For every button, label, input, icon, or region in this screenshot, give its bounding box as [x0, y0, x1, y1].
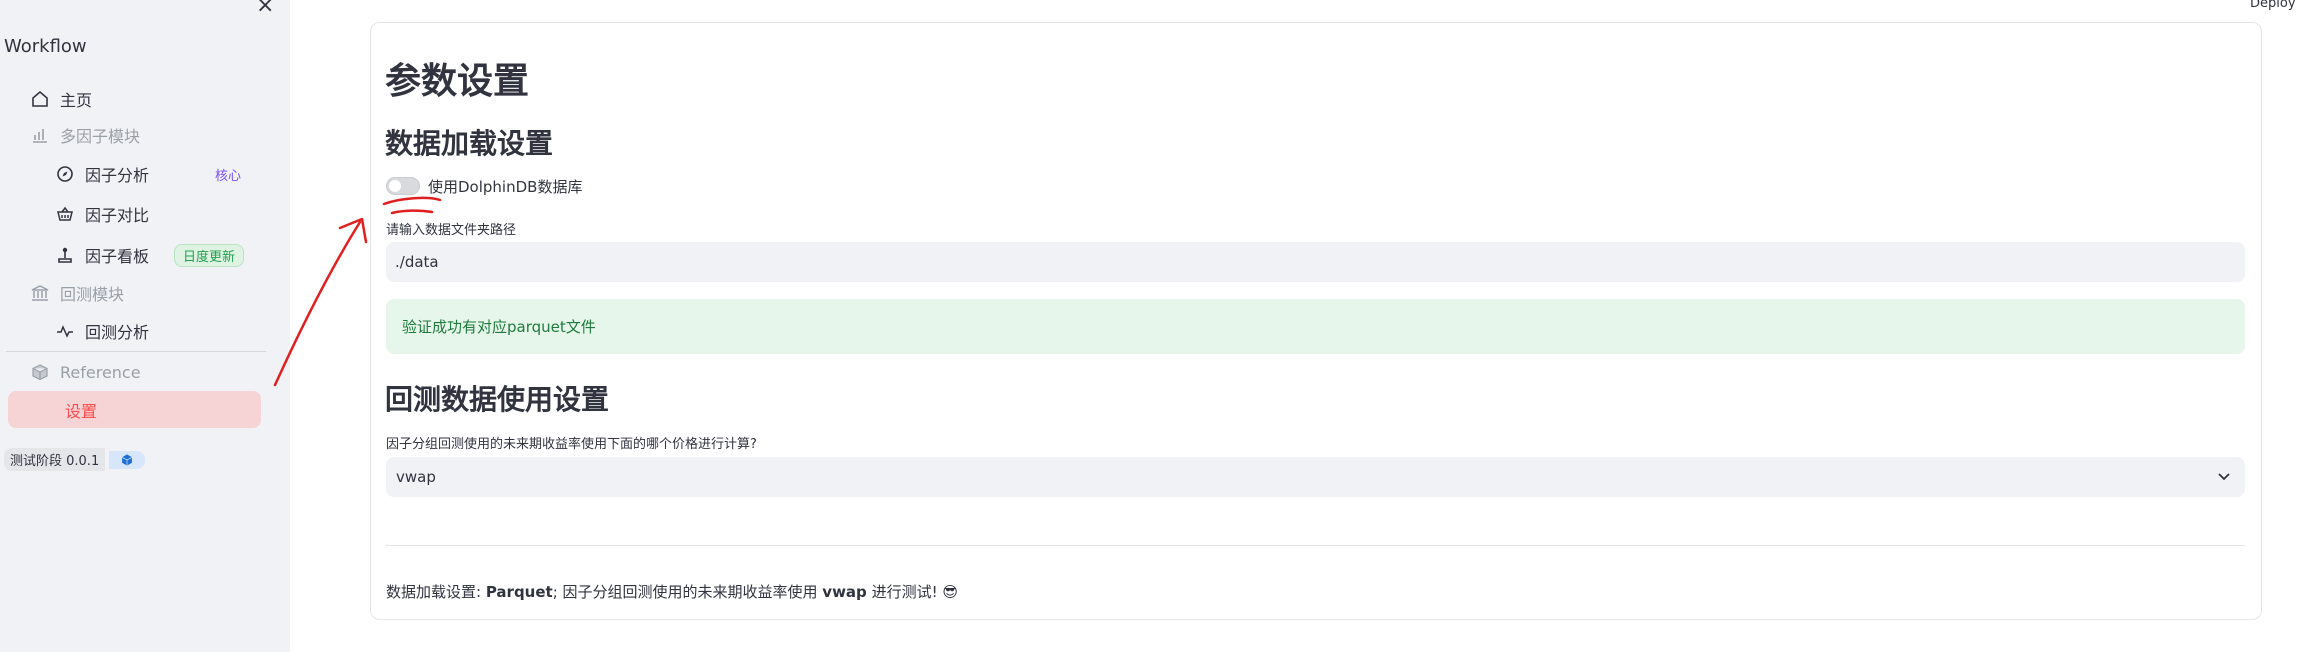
chevron-down-icon [2218, 473, 2230, 481]
summary-source: Parquet [485, 583, 553, 601]
price-select-label: 因子分组回测使用的未来期收益率使用下面的哪个价格进行计算? [386, 437, 757, 452]
basket-icon [57, 206, 73, 221]
sidebar-item-label: 设置 [65, 401, 98, 421]
sidebar-section-label: 回测模块 [60, 285, 125, 304]
sidebar-section-reference[interactable]: Reference [30, 357, 141, 387]
joystick-icon [58, 247, 72, 263]
sidebar-item-backtest-analysis[interactable]: 回测分析 [55, 316, 149, 346]
chart-bars-icon [33, 129, 47, 143]
compass-icon [57, 166, 73, 182]
sidebar-item-label: 主页 [60, 91, 93, 110]
home-icon [32, 90, 48, 107]
sidebar-item-label: 回测分析 [85, 323, 150, 342]
sidebar: × Workflow 主页 多因子模块 因子分析 核心 因子对比 因子看板 日度… [0, 0, 290, 652]
summary-text: 数据加载设置: Parquet; 因子分组回测使用的未来期收益率使用 vwap … [386, 583, 958, 601]
divider [386, 545, 2245, 546]
backtest-heading: 回测数据使用设置 [385, 383, 610, 416]
data-load-heading: 数据加载设置 [385, 127, 554, 160]
sidebar-section-backtest[interactable]: 回测模块 [30, 278, 124, 308]
deploy-button[interactable]: Deploy [2250, 0, 2296, 11]
daily-update-badge: 日度更新 [174, 244, 245, 267]
pulse-icon [57, 325, 73, 338]
data-path-label: 请输入数据文件夹路径 [386, 223, 517, 238]
price-select-value: vwap [396, 468, 436, 486]
version-label: 测试阶段 0.0.1 [4, 448, 106, 471]
sidebar-section-label: Reference [60, 362, 141, 382]
bank-icon [31, 285, 49, 301]
sidebar-divider [6, 351, 266, 352]
sidebar-item-factor-dashboard[interactable]: 因子看板 [55, 240, 149, 270]
sidebar-section-multifactor[interactable]: 多因子模块 [30, 120, 140, 150]
success-message: 验证成功有对应parquet文件 [402, 318, 596, 336]
sidebar-item-label: 因子看板 [85, 247, 150, 266]
sidebar-item-label: 因子对比 [85, 206, 150, 225]
close-sidebar-button[interactable]: × [256, 0, 274, 17]
summary-price: vwap [822, 583, 867, 601]
box-icon [32, 364, 48, 381]
sidebar-item-settings[interactable]: 设置 [8, 391, 261, 428]
sidebar-title: Workflow [4, 36, 87, 57]
dolphindb-toggle[interactable] [386, 177, 420, 195]
page-title: 参数设置 [385, 61, 530, 102]
core-badge: 核心 [215, 169, 242, 184]
data-path-input[interactable] [386, 242, 2245, 282]
sidebar-item-factor-compare[interactable]: 因子对比 [55, 199, 149, 229]
dolphindb-toggle-label[interactable]: 使用DolphinDB数据库 [428, 176, 582, 197]
version-badge: 测试阶段 0.0.1 [4, 448, 146, 471]
success-alert: 验证成功有对应parquet文件 [386, 299, 2245, 354]
cube-icon [109, 450, 146, 469]
sidebar-item-factor-analysis[interactable]: 因子分析 [55, 159, 149, 189]
sidebar-section-label: 多因子模块 [60, 127, 141, 146]
price-select[interactable]: vwap [386, 457, 2245, 497]
sidebar-item-home[interactable]: 主页 [30, 84, 92, 114]
sidebar-item-label: 因子分析 [85, 166, 150, 185]
toggle-knob [389, 180, 401, 192]
